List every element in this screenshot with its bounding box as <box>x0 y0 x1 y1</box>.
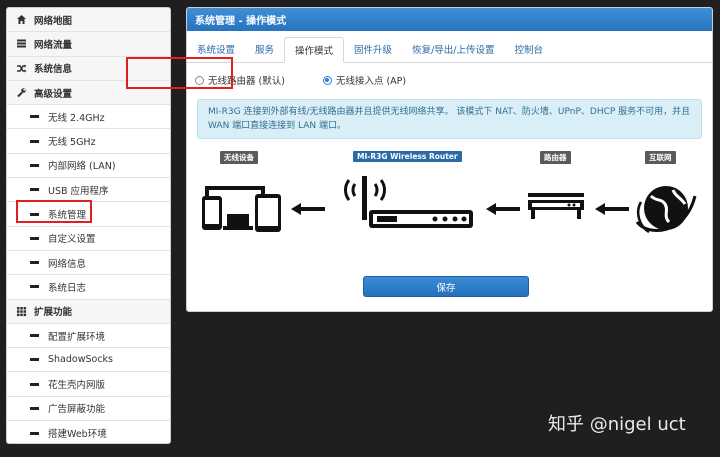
sidebar-item-label: 系统日志 <box>48 282 87 294</box>
sidebar-item-system-log[interactable]: 系统日志 <box>7 275 170 300</box>
radio-dot <box>322 75 332 85</box>
sidebar-item-label: ShadowSocks <box>48 354 114 366</box>
sidebar-item-advanced[interactable]: 高级设置 <box>7 80 170 106</box>
sidebar-item-wireless-5[interactable]: 无线 5GHz <box>7 129 170 154</box>
sidebar-item-adblock[interactable]: 广告屏蔽功能 <box>7 397 170 422</box>
upstream-router-icon <box>528 193 584 219</box>
sidebar-item-network-info[interactable]: 网络信息 <box>7 251 170 276</box>
sidebar-item-lan[interactable]: 内部网络 (LAN) <box>7 154 170 179</box>
label-internet: 互联网 <box>645 151 676 164</box>
dash-icon <box>30 163 39 167</box>
arrow-left-icon <box>595 203 629 215</box>
sidebar-item-label: 搭建Web环境 <box>48 429 107 441</box>
sidebar-item-custom[interactable]: 自定义设置 <box>7 227 170 251</box>
tab-bar: 系统设置 服务 操作模式 固件升级 恢复/导出/上传设置 控制台 <box>187 33 712 63</box>
tab-services[interactable]: 服务 <box>245 36 284 62</box>
wrench-icon <box>15 87 27 99</box>
sidebar-item-label: 高级设置 <box>34 88 73 100</box>
sidebar-item-label: 扩展功能 <box>34 307 73 319</box>
sidebar-item-label: 花生壳内网版 <box>48 380 106 392</box>
sidebar-item-label: 网络地图 <box>34 15 73 27</box>
arrow-left-icon <box>291 203 325 215</box>
label-wireless-devices: 无线设备 <box>220 151 258 164</box>
dash-icon <box>30 431 39 435</box>
dash-icon <box>30 236 39 240</box>
radio-ap-mode[interactable]: 无线接入点 (AP) <box>322 73 407 87</box>
radio-router-mode[interactable]: 无线路由器 (默认) <box>195 73 285 87</box>
info-box: MI-R3G 连接到外部有线/无线路由器并且提供无线网络共享。 该模式下 NAT… <box>197 99 702 139</box>
radio-label: 无线接入点 (AP) <box>335 76 407 87</box>
sidebar-item-wireless-24[interactable]: 无线 2.4GHz <box>7 105 170 130</box>
sidebar-item-web-env[interactable]: 搭建Web环境 <box>7 421 170 443</box>
sidebar-item-label: 配置扩展环境 <box>48 331 106 343</box>
arrow-left-icon <box>486 203 520 215</box>
save-button[interactable]: 保存 <box>363 276 529 297</box>
shuffle-icon <box>15 62 27 74</box>
sidebar-item-network-map[interactable]: 网络地图 <box>7 8 170 33</box>
grid-icon <box>15 305 27 317</box>
label-router-model: MI-R3G Wireless Router <box>353 151 462 162</box>
dash-icon <box>30 139 39 143</box>
dash-icon <box>30 115 39 119</box>
tab-backup[interactable]: 恢复/导出/上传设置 <box>402 36 504 62</box>
topology-diagram: 无线设备 MI-R3G Wireless Router 路由器 互联网 <box>187 142 712 272</box>
sidebar-item-label: 系统管理 <box>48 210 87 222</box>
mode-radio-group: 无线路由器 (默认) 无线接入点 (AP) <box>187 63 712 97</box>
operation-mode-panel: 系统管理 - 操作模式 系统设置 服务 操作模式 固件升级 恢复/导出/上传设置… <box>186 7 713 312</box>
dash-icon <box>30 261 39 265</box>
sidebar-item-label: 内部网络 (LAN) <box>48 161 116 173</box>
tab-system-settings[interactable]: 系统设置 <box>187 36 245 62</box>
radio-label: 无线路由器 (默认) <box>208 76 285 87</box>
sidebar-item-label: 系统信息 <box>34 64 73 76</box>
dash-icon <box>30 406 39 410</box>
dash-icon <box>30 188 39 192</box>
sidebar-item-system-admin[interactable]: 系统管理 <box>7 202 170 227</box>
dash-icon <box>30 358 39 362</box>
sidebar-item-shadowsocks[interactable]: ShadowSocks <box>7 348 170 373</box>
sidebar-item-label: 无线 5GHz <box>48 137 96 149</box>
label-upstream-router: 路由器 <box>540 151 571 164</box>
sidebar-item-ext-env[interactable]: 配置扩展环境 <box>7 324 170 349</box>
radio-dot <box>195 75 204 85</box>
tab-firmware[interactable]: 固件升级 <box>344 36 402 62</box>
panel-title: 系统管理 - 操作模式 <box>187 8 712 31</box>
sidebar-item-label: 网络流量 <box>34 39 73 51</box>
sidebar-item-label: 网络信息 <box>48 258 87 270</box>
sidebar: 网络地图 网络流量 系统信息 高级设置 无线 2.4GHz 无线 5GHz 内部… <box>6 7 171 444</box>
router-icon <box>344 176 473 228</box>
list-icon <box>15 38 27 50</box>
sidebar-item-usb[interactable]: USB 应用程序 <box>7 178 170 203</box>
dash-icon <box>30 382 39 386</box>
dash-icon <box>30 334 39 337</box>
watermark: 知乎 @nigel uct <box>548 414 686 435</box>
tab-console[interactable]: 控制台 <box>504 36 553 62</box>
devices-icon <box>202 186 281 232</box>
globe-icon <box>635 186 697 234</box>
sidebar-item-label: USB 应用程序 <box>48 185 109 197</box>
dash-icon <box>30 212 39 216</box>
sidebar-item-extensions[interactable]: 扩展功能 <box>7 299 170 324</box>
sidebar-item-label: 广告屏蔽功能 <box>48 404 106 416</box>
tab-operation-mode[interactable]: 操作模式 <box>284 37 345 63</box>
sidebar-item-label: 无线 2.4GHz <box>48 112 105 124</box>
sidebar-item-network-traffic[interactable]: 网络流量 <box>7 32 170 57</box>
dash-icon <box>30 285 39 289</box>
sidebar-item-system-info[interactable]: 系统信息 <box>7 56 170 81</box>
sidebar-item-oray[interactable]: 花生壳内网版 <box>7 372 170 397</box>
home-icon <box>15 14 27 26</box>
sidebar-item-label: 自定义设置 <box>48 234 96 246</box>
